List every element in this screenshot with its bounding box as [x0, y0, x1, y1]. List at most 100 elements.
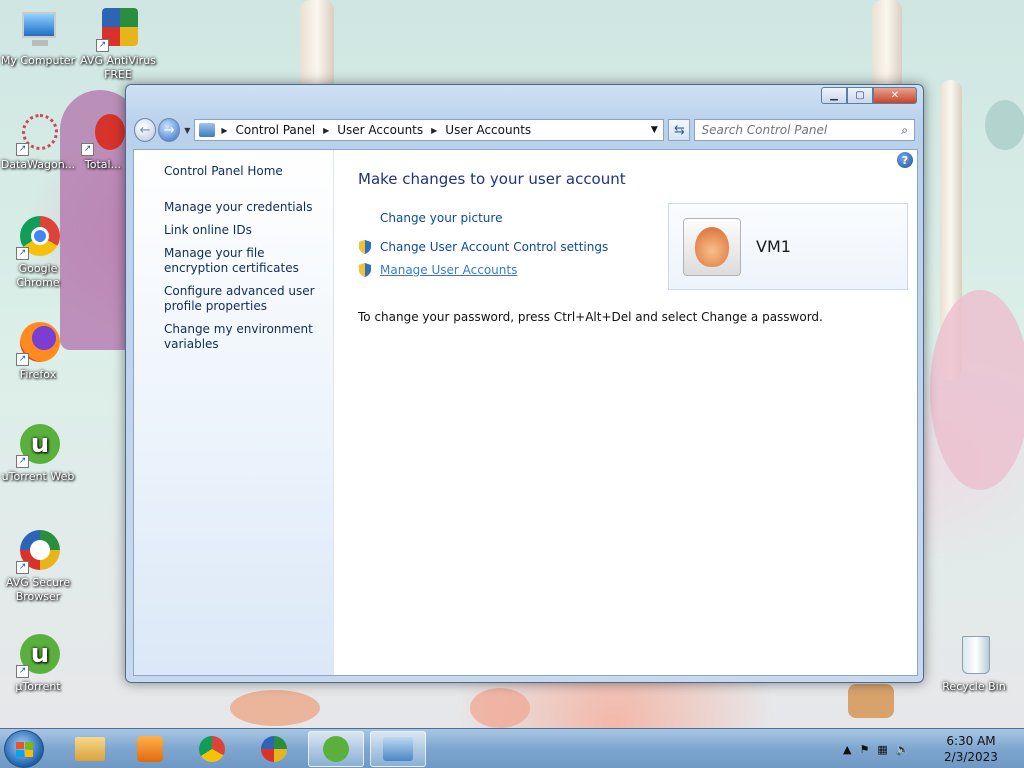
shortcut-arrow-icon: ↗ [81, 143, 94, 156]
help-button[interactable]: ? [897, 152, 913, 168]
desktop-icon-google-chrome[interactable]: ↗ Google Chrome [0, 216, 76, 290]
desktop-icon-datawagon[interactable]: ↗ DataWagon... [0, 112, 76, 172]
desktop-icon-avg-antivirus[interactable]: ↗ AVG AntiVirus FREE [80, 8, 156, 82]
folder-icon [75, 737, 105, 761]
close-button[interactable]: ✕ [873, 87, 917, 104]
datawagon-icon: ↗ [16, 112, 60, 156]
shortcut-arrow-icon: ↗ [16, 353, 29, 366]
sidebar-link-encryption-certificates[interactable]: Manage your file encryption certificates [164, 246, 324, 276]
taskbar-control-panel[interactable] [370, 731, 426, 767]
sidebar-link-profile-properties[interactable]: Configure advanced user profile properti… [164, 284, 324, 314]
taskbar-chrome[interactable] [184, 731, 240, 767]
uac-settings-link[interactable]: Change User Account Control settings [380, 240, 608, 254]
user-account-tile: VM1 [668, 203, 908, 290]
breadcrumb-separator-icon[interactable]: ▶ [431, 126, 437, 135]
breadcrumb-separator-icon[interactable]: ▶ [323, 126, 329, 135]
taskbar-avg-secure-browser[interactable] [246, 731, 302, 767]
user-avatar[interactable] [683, 218, 741, 276]
desktop-icon-label: My Computer [0, 54, 76, 67]
breadcrumb-user-accounts[interactable]: User Accounts [337, 123, 423, 137]
utorrent-icon [323, 736, 349, 762]
uac-shield-icon [359, 240, 371, 254]
page-title: Make changes to your user account [358, 170, 626, 188]
navigation-bar: ← → ▼ ▶ Control Panel ▶ User Accounts ▶ … [134, 117, 916, 143]
minimize-button[interactable]: ▁ [821, 87, 847, 104]
chrome-icon: ↗ [16, 216, 60, 260]
breadcrumb-control-panel[interactable]: Control Panel [236, 123, 316, 137]
wallpaper-pink-blob [930, 290, 1024, 490]
system-tray: ▲ ⚑ ▦ 🔈 [843, 729, 909, 768]
address-bar[interactable]: ▶ Control Panel ▶ User Accounts ▶ User A… [194, 119, 665, 141]
action-center-flag-icon[interactable]: ⚑ [859, 743, 869, 756]
taskbar-utorrent[interactable] [308, 731, 364, 767]
recycle-bin-icon [952, 634, 996, 678]
computer-icon [16, 8, 60, 52]
taskbar-media-player[interactable] [122, 731, 178, 767]
refresh-button[interactable]: ⇆ [668, 119, 691, 141]
volume-icon[interactable]: 🔈 [896, 743, 910, 756]
desktop-icon-label: AVG Secure Browser [5, 576, 71, 603]
system-clock[interactable]: 6:30 AM 2/3/2023 [936, 733, 1006, 765]
sidebar-link-manage-credentials[interactable]: Manage your credentials [164, 200, 324, 215]
shortcut-arrow-icon: ↗ [16, 143, 29, 156]
sidebar-link-control-panel-home[interactable]: Control Panel Home [164, 164, 324, 179]
password-note: To change your password, press Ctrl+Alt+… [358, 310, 823, 324]
avg-icon: ↗ [96, 8, 140, 52]
avatar-picture-icon [695, 227, 729, 267]
desktop-icon-firefox[interactable]: ↗ Firefox [0, 322, 76, 382]
breadcrumb-separator-icon[interactable]: ▶ [221, 126, 227, 135]
control-panel-icon [383, 737, 413, 761]
forward-button[interactable]: → [158, 118, 181, 142]
utorrent-icon: u ↗ [16, 634, 60, 678]
user-name: VM1 [756, 237, 791, 256]
desktop-icon-total[interactable]: ↗ Total... [80, 112, 126, 172]
maximize-button[interactable]: ▢ [847, 87, 873, 104]
control-panel-icon [199, 123, 216, 137]
wallpaper-lantern [985, 100, 1024, 150]
desktop-icon-recycle-bin[interactable]: Recycle Bin [936, 634, 1012, 694]
shortcut-arrow-icon: ↗ [16, 455, 29, 468]
media-player-icon [137, 736, 163, 762]
taskbar: ▲ ⚑ ▦ 🔈 6:30 AM 2/3/2023 [0, 728, 1024, 768]
avg-secure-browser-icon [261, 736, 287, 762]
chrome-icon [199, 736, 225, 762]
show-hidden-icons-icon[interactable]: ▲ [843, 743, 851, 756]
change-picture-link[interactable]: Change your picture [380, 211, 502, 225]
desktop-icon-avg-secure-browser[interactable]: ↗ AVG Secure Browser [0, 530, 76, 604]
refresh-icon: ⇆ [673, 122, 685, 138]
sidebar-link-online-ids[interactable]: Link online IDs [164, 223, 324, 238]
shortcut-arrow-icon: ↗ [16, 247, 29, 260]
firefox-icon: ↗ [16, 322, 60, 366]
user-accounts-window: ▁ ▢ ✕ ← → ▼ ▶ Control Panel ▶ User Accou… [125, 84, 924, 683]
desktop-icon-label: µTorrent [15, 680, 61, 693]
back-button[interactable]: ← [134, 118, 157, 142]
wallpaper-tree-trunk [300, 0, 334, 90]
desktop-icon-label: DataWagon... [0, 158, 76, 171]
windows-logo-icon [16, 742, 33, 757]
desktop-icon-my-computer[interactable]: My Computer [0, 8, 76, 68]
desktop-icon-utorrent[interactable]: u ↗ µTorrent [0, 634, 76, 694]
task-sidebar: Control Panel Home Manage your credentia… [134, 150, 334, 675]
clock-date: 2/3/2023 [944, 750, 998, 764]
sidebar-link-environment-variables[interactable]: Change my environment variables [164, 322, 324, 352]
search-icon[interactable]: ⌕ [901, 123, 908, 138]
help-icon: ? [901, 153, 909, 167]
breadcrumb-user-accounts-current[interactable]: User Accounts [445, 123, 531, 137]
search-input[interactable] [701, 123, 902, 137]
shortcut-arrow-icon: ↗ [96, 39, 109, 52]
desktop-icon-label: AVG AntiVirus FREE [80, 54, 156, 81]
start-button[interactable] [4, 730, 44, 768]
arrow-right-icon: → [163, 122, 175, 138]
avg-secure-browser-icon: ↗ [16, 530, 60, 574]
recent-pages-button[interactable]: ▼ [184, 126, 190, 135]
network-icon[interactable]: ▦ [877, 743, 887, 756]
desktop-icon-label: Google Chrome [16, 262, 60, 289]
content-area: Control Panel Home Manage your credentia… [133, 149, 918, 676]
desktop-icon-utorrent-web[interactable]: u ↗ uTorrent Web [0, 424, 76, 484]
manage-user-accounts-link[interactable]: Manage User Accounts [380, 263, 517, 277]
address-dropdown-button[interactable]: ▼ [645, 125, 663, 135]
window-controls: ▁ ▢ ✕ [821, 87, 917, 104]
clock-time: 6:30 AM [946, 734, 996, 748]
taskbar-explorer[interactable] [62, 731, 118, 767]
total-icon: ↗ [81, 112, 125, 156]
